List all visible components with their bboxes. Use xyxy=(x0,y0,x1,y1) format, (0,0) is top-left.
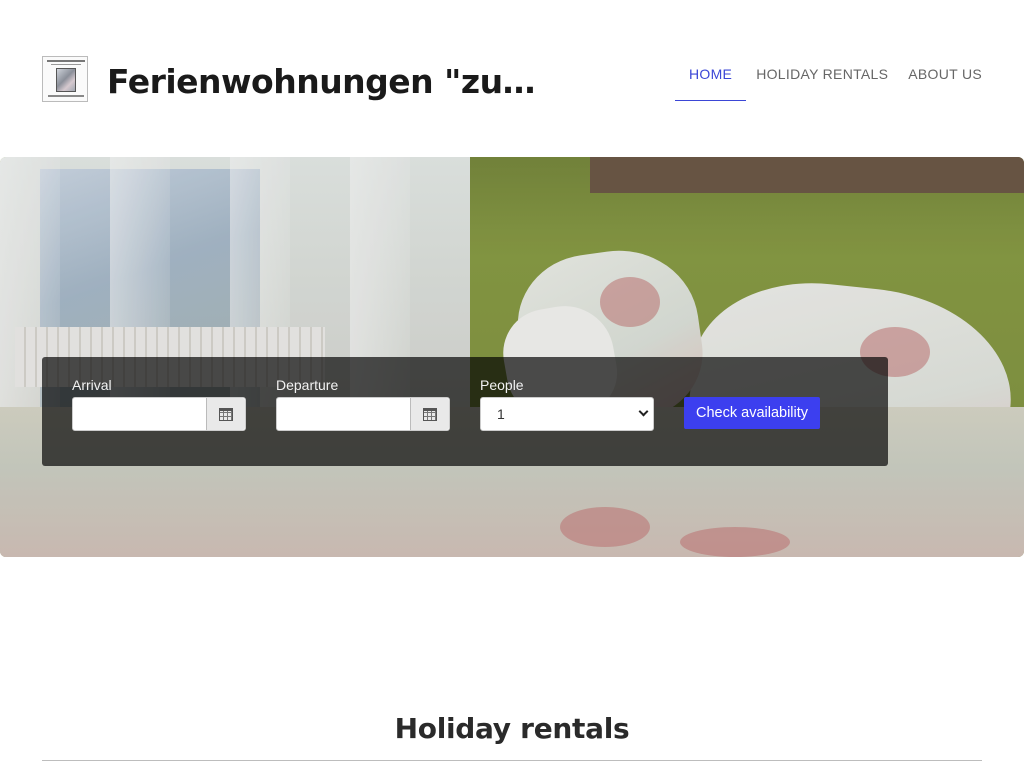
main-nav: HOME HOLIDAY RENTALS ABOUT US xyxy=(674,66,992,101)
people-label: People xyxy=(480,377,524,393)
people-select[interactable]: 1 xyxy=(480,397,654,431)
arrival-date-input[interactable] xyxy=(72,397,246,431)
section-divider xyxy=(42,760,982,761)
nav-item-holiday-rentals[interactable]: HOLIDAY RENTALS xyxy=(746,66,898,101)
calendar-icon xyxy=(423,407,437,421)
section-title: Holiday rentals xyxy=(394,712,630,745)
arrival-calendar-button[interactable] xyxy=(207,398,245,430)
site-title[interactable]: Ferienwohnungen "zu… xyxy=(107,62,536,101)
site-logo[interactable] xyxy=(42,56,88,102)
people-selected-value: 1 xyxy=(497,406,505,422)
check-availability-button[interactable]: Check availability xyxy=(684,397,821,429)
chevron-down-icon xyxy=(638,406,649,417)
departure-calendar-button[interactable] xyxy=(411,398,449,430)
departure-label: Departure xyxy=(276,377,339,393)
site-header: Ferienwohnungen "zu… HOME HOLIDAY RENTAL… xyxy=(0,0,1024,157)
departure-date-input[interactable] xyxy=(276,397,450,431)
booking-form: Arrival Departure People 1 Check availab… xyxy=(42,357,888,466)
calendar-icon xyxy=(219,407,233,421)
arrival-label: Arrival xyxy=(72,377,112,393)
nav-item-about-us[interactable]: ABOUT US xyxy=(898,66,992,101)
departure-date-field[interactable] xyxy=(277,398,411,430)
nav-item-home[interactable]: HOME xyxy=(674,66,747,101)
arrival-date-field[interactable] xyxy=(73,398,207,430)
